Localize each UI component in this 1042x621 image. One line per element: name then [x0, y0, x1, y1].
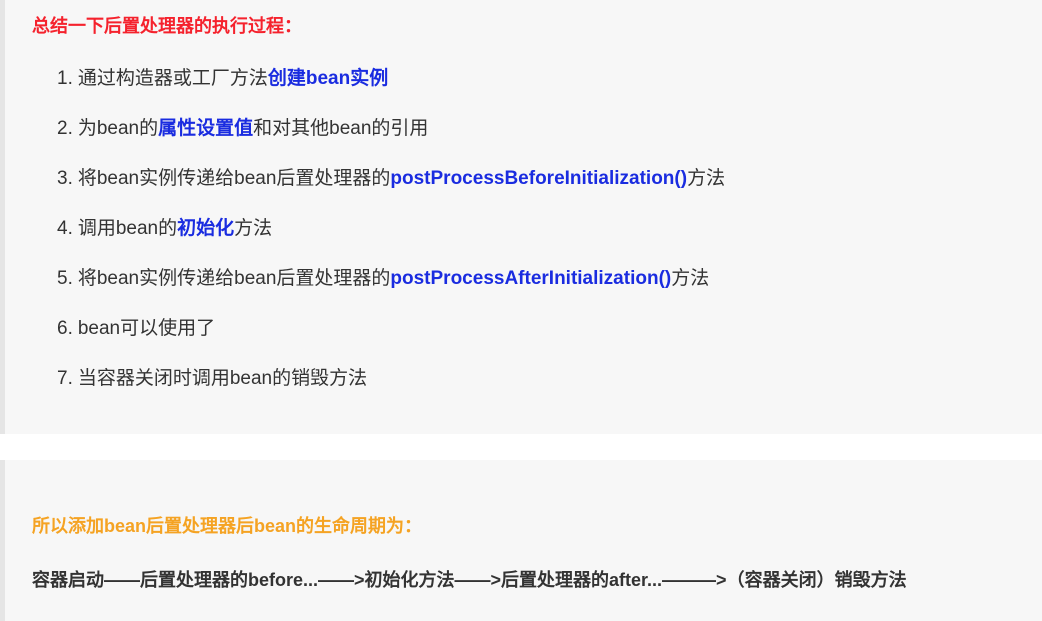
step-text: 通过构造器或工厂方法 [77, 68, 268, 89]
step-number: 2. [57, 118, 73, 139]
step-text-after: 方法 [234, 218, 273, 239]
step-highlight: postProcessAfterInitialization() [390, 268, 672, 289]
step-number: 6. [57, 318, 73, 339]
step-text-after: 方法 [687, 168, 726, 189]
step-text: 调用bean的 [77, 218, 178, 239]
step-text: 将bean实例传递给bean后置处理器的 [77, 168, 391, 189]
step-text: bean可以使用了 [77, 318, 216, 339]
step-number: 7. [57, 368, 73, 389]
step-number: 1. [57, 68, 73, 89]
lifecycle-block: 所以添加bean后置处理器后bean的生命周期为： 容器启动——后置处理器的be… [0, 460, 1042, 621]
list-item: 6. bean可以使用了 [57, 314, 725, 364]
list-item: 7. 当容器关闭时调用bean的销毁方法 [57, 364, 725, 414]
step-text: 为bean的 [77, 118, 159, 139]
list-item: 4. 调用bean的初始化方法 [57, 214, 725, 264]
step-number: 5. [57, 268, 73, 289]
step-text-after: 方法 [671, 268, 710, 289]
step-text-after: 和对其他bean的引用 [253, 118, 429, 139]
step-highlight: 属性设置值 [158, 118, 254, 139]
summary-block: 总结一下后置处理器的执行过程： 1. 通过构造器或工厂方法创建bean实例 2. 为… [0, 0, 1042, 434]
lifecycle-text: 容器启动——后置处理器的before...——>初始化方法——>后置处理器的af… [32, 570, 907, 590]
step-highlight: 创建bean实例 [267, 68, 389, 89]
step-number: 4. [57, 218, 73, 239]
step-highlight: 初始化 [177, 218, 235, 239]
step-text: 将bean实例传递给bean后置处理器的 [77, 268, 391, 289]
step-number: 3. [57, 168, 73, 189]
steps-list: 1. 通过构造器或工厂方法创建bean实例 2. 为bean的属性设置值和对其他be… [57, 64, 725, 414]
step-highlight: postProcessBeforeInitialization() [390, 168, 688, 189]
list-item: 5. 将bean实例传递给bean后置处理器的postProcessAfterIn… [57, 264, 725, 314]
summary-heading: 总结一下后置处理器的执行过程： [32, 16, 302, 36]
list-item: 1. 通过构造器或工厂方法创建bean实例 [57, 64, 725, 114]
step-text: 当容器关闭时调用bean的销毁方法 [77, 368, 368, 389]
lifecycle-heading: 所以添加bean后置处理器后bean的生命周期为： [32, 516, 423, 536]
list-item: 3. 将bean实例传递给bean后置处理器的postProcessBeforeI… [57, 164, 725, 214]
list-item: 2. 为bean的属性设置值和对其他bean的引用 [57, 114, 725, 164]
